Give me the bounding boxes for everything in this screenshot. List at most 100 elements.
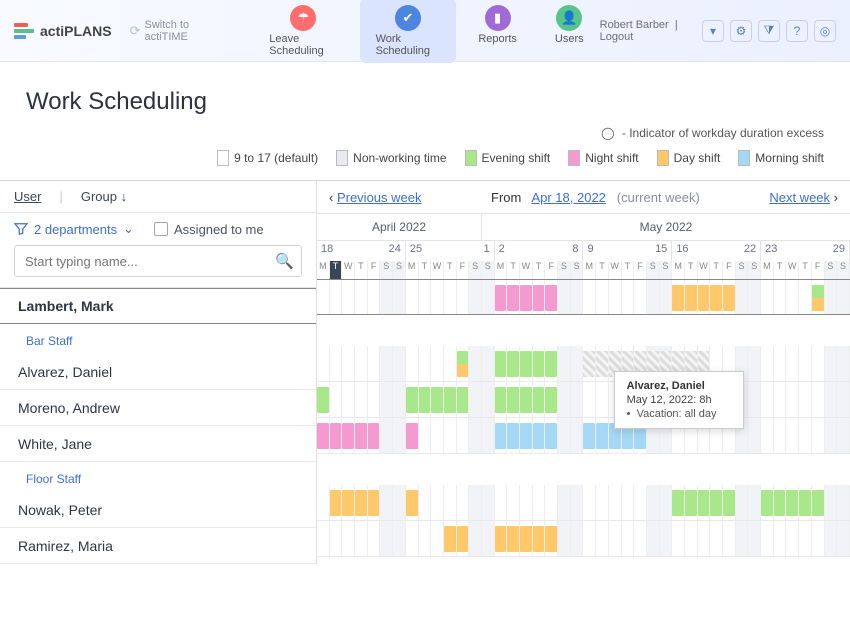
day-cell[interactable]: [495, 485, 508, 520]
day-cell[interactable]: [393, 485, 406, 520]
day-cell[interactable]: [837, 485, 850, 520]
day-cell[interactable]: [558, 521, 571, 556]
day-cell[interactable]: [837, 521, 850, 556]
day-cell[interactable]: [545, 485, 558, 520]
day-cell[interactable]: [837, 382, 850, 417]
day-cell[interactable]: [545, 521, 558, 556]
day-cell[interactable]: [342, 346, 355, 381]
day-cell[interactable]: [482, 485, 495, 520]
day-cell[interactable]: [507, 346, 520, 381]
date-picker[interactable]: Apr 18, 2022: [531, 190, 605, 205]
day-cell[interactable]: [469, 485, 482, 520]
day-cell[interactable]: [431, 346, 444, 381]
day-cell[interactable]: [761, 346, 774, 381]
day-cell[interactable]: [444, 521, 457, 556]
day-cell[interactable]: [533, 382, 546, 417]
day-cell[interactable]: [634, 521, 647, 556]
day-cell[interactable]: [482, 346, 495, 381]
day-cell[interactable]: [583, 382, 596, 417]
day-cell[interactable]: [812, 346, 825, 381]
day-cell[interactable]: [457, 418, 470, 453]
user-row[interactable]: Nowak, Peter: [0, 492, 316, 528]
day-cell[interactable]: [786, 346, 799, 381]
day-cell[interactable]: [330, 382, 343, 417]
day-cell[interactable]: [596, 521, 609, 556]
nav-work[interactable]: ✔ Work Scheduling: [360, 0, 457, 63]
day-cell[interactable]: [571, 346, 584, 381]
day-cell[interactable]: [355, 280, 368, 314]
day-cell[interactable]: [380, 280, 393, 314]
day-cell[interactable]: [774, 346, 787, 381]
day-cell[interactable]: [457, 280, 470, 314]
day-cell[interactable]: [571, 521, 584, 556]
day-cell[interactable]: [583, 346, 596, 381]
day-cell[interactable]: [533, 418, 546, 453]
day-cell[interactable]: [482, 521, 495, 556]
day-cell[interactable]: [812, 521, 825, 556]
day-cell[interactable]: [647, 485, 660, 520]
day-cell[interactable]: [774, 521, 787, 556]
logout-link[interactable]: Logout: [600, 31, 634, 43]
day-cell[interactable]: [786, 382, 799, 417]
day-cell[interactable]: [368, 280, 381, 314]
help-icon[interactable]: ?: [786, 20, 808, 42]
sort-by-group[interactable]: Group ↓: [81, 189, 127, 204]
day-cell[interactable]: [736, 485, 749, 520]
day-cell[interactable]: [596, 382, 609, 417]
day-cell[interactable]: [545, 418, 558, 453]
day-cell[interactable]: [825, 418, 838, 453]
day-cell[interactable]: [419, 346, 432, 381]
day-cell[interactable]: [596, 418, 609, 453]
day-cell[interactable]: [672, 521, 685, 556]
day-cell[interactable]: [571, 485, 584, 520]
day-cell[interactable]: [583, 418, 596, 453]
day-cell[interactable]: [469, 346, 482, 381]
day-cell[interactable]: [786, 280, 799, 314]
logo[interactable]: actiPLANS: [14, 23, 112, 39]
day-cell[interactable]: [710, 280, 723, 314]
day-cell[interactable]: [786, 418, 799, 453]
day-cell[interactable]: [596, 280, 609, 314]
day-cell[interactable]: [825, 382, 838, 417]
day-cell[interactable]: [444, 280, 457, 314]
day-cell[interactable]: [507, 485, 520, 520]
day-cell[interactable]: [634, 485, 647, 520]
day-cell[interactable]: [533, 485, 546, 520]
day-cell[interactable]: [698, 485, 711, 520]
day-cell[interactable]: [406, 485, 419, 520]
day-cell[interactable]: [342, 485, 355, 520]
location-icon[interactable]: ◎: [814, 20, 836, 42]
day-cell[interactable]: [545, 280, 558, 314]
day-cell[interactable]: [660, 485, 673, 520]
day-cell[interactable]: [495, 346, 508, 381]
day-cell[interactable]: [355, 485, 368, 520]
day-cell[interactable]: [761, 418, 774, 453]
day-cell[interactable]: [774, 485, 787, 520]
day-cell[interactable]: [837, 418, 850, 453]
day-cell[interactable]: [419, 418, 432, 453]
day-cell[interactable]: [558, 382, 571, 417]
day-cell[interactable]: [571, 280, 584, 314]
day-cell[interactable]: [558, 346, 571, 381]
day-cell[interactable]: [342, 418, 355, 453]
day-cell[interactable]: [837, 346, 850, 381]
department-filter[interactable]: 2 departments ⌄: [14, 221, 134, 237]
day-cell[interactable]: [330, 521, 343, 556]
day-cell[interactable]: [533, 280, 546, 314]
nav-reports[interactable]: ▮ Reports: [462, 0, 533, 63]
day-cell[interactable]: [609, 485, 622, 520]
day-cell[interactable]: [495, 382, 508, 417]
day-cell[interactable]: [545, 346, 558, 381]
day-cell[interactable]: [825, 521, 838, 556]
day-cell[interactable]: [761, 280, 774, 314]
day-cell[interactable]: [444, 382, 457, 417]
day-cell[interactable]: [786, 485, 799, 520]
day-cell[interactable]: [317, 280, 330, 314]
day-cell[interactable]: [457, 346, 470, 381]
day-cell[interactable]: [799, 346, 812, 381]
day-cell[interactable]: [647, 280, 660, 314]
day-cell[interactable]: [723, 485, 736, 520]
current-user-link[interactable]: Robert Barber: [600, 19, 669, 31]
day-cell[interactable]: [571, 382, 584, 417]
day-cell[interactable]: [457, 521, 470, 556]
